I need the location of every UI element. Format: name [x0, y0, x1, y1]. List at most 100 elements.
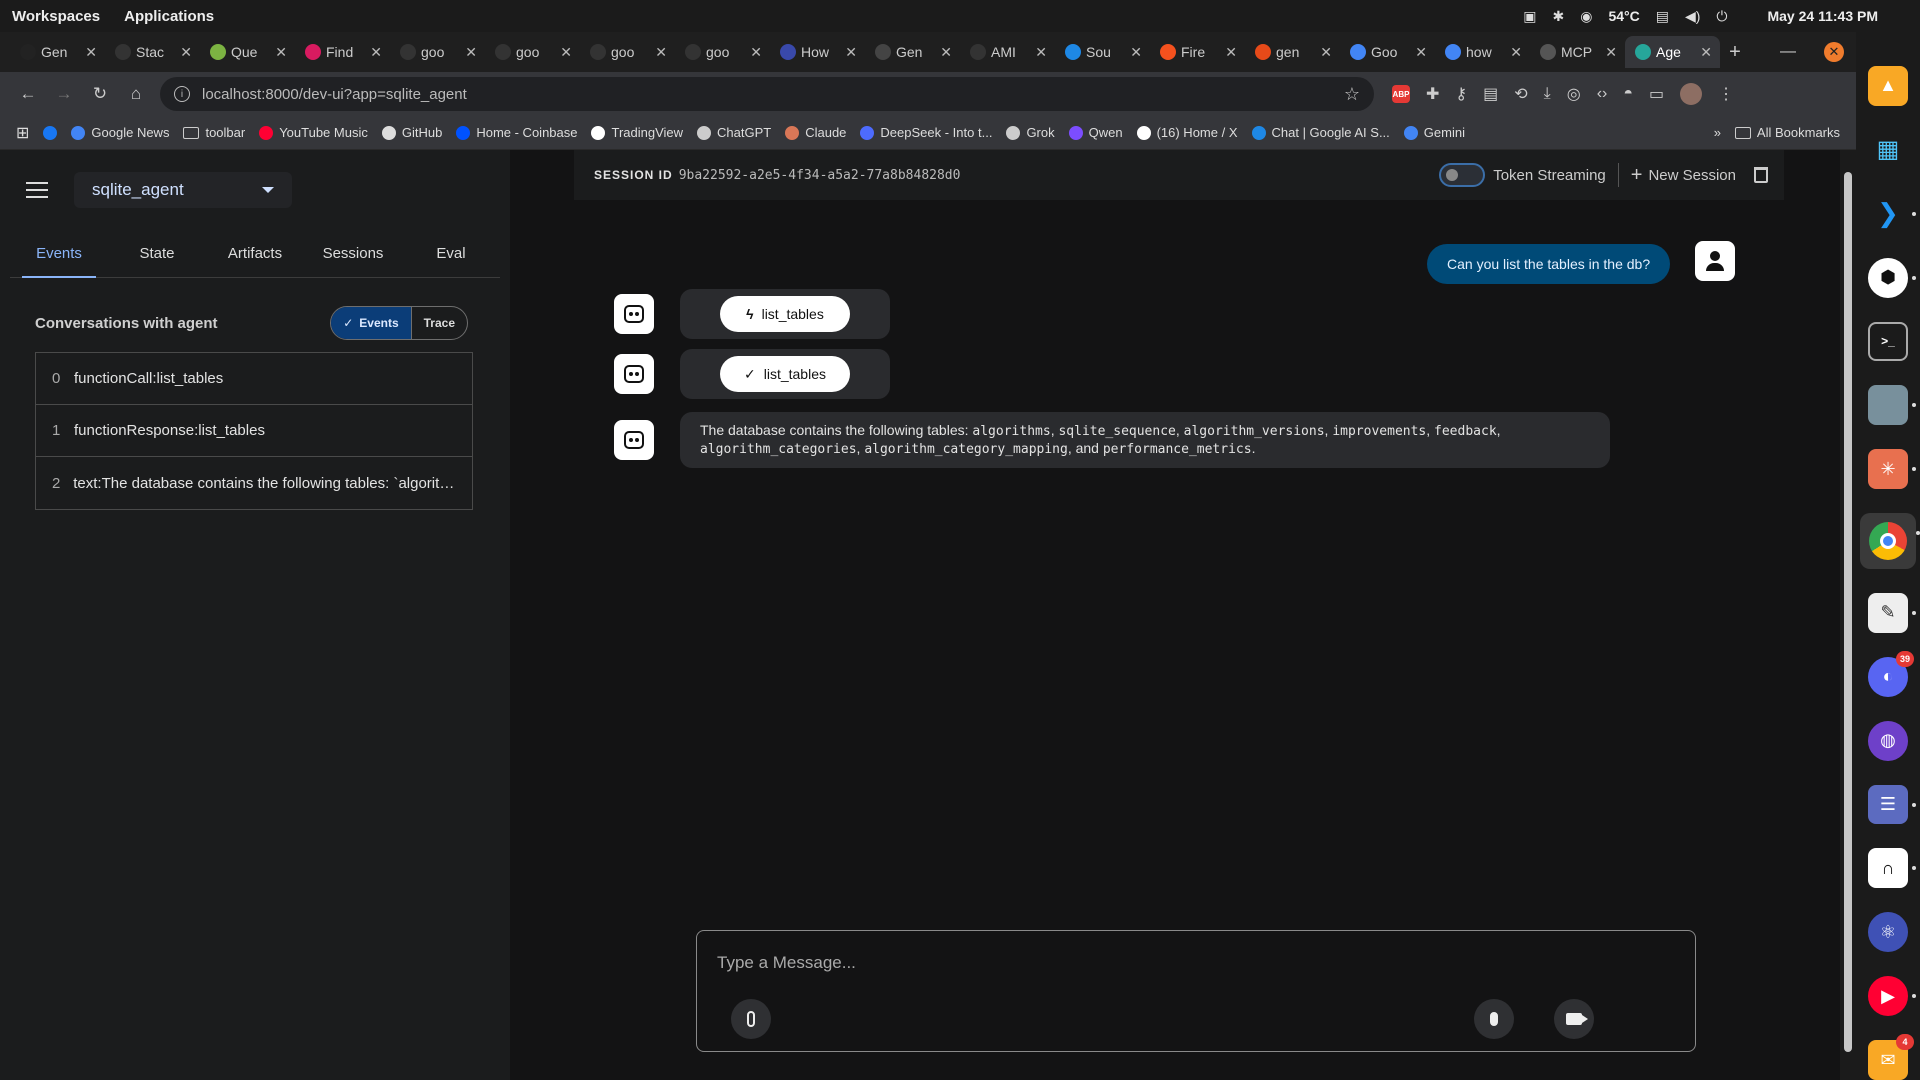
reading-list-icon[interactable]: ▤	[1483, 84, 1498, 104]
temperature-readout[interactable]: 54°C	[1608, 8, 1639, 24]
delete-session-icon[interactable]	[1754, 167, 1768, 183]
profile-avatar[interactable]	[1680, 83, 1703, 105]
browser-tab[interactable]: goo ✕	[580, 36, 675, 68]
tab-state[interactable]: State	[108, 230, 206, 277]
close-tab-icon[interactable]: ✕	[1320, 44, 1332, 61]
bookmark-item[interactable]: Claude	[785, 125, 846, 140]
back-icon[interactable]: ←	[10, 84, 46, 104]
close-tab-icon[interactable]: ✕	[1130, 44, 1142, 61]
close-tab-icon[interactable]: ✕	[85, 44, 97, 61]
list-item[interactable]: 2 text:The database contains the followin…	[36, 457, 472, 509]
bookmark-item[interactable]: GitHub	[381, 125, 442, 140]
screenshot-icon[interactable]: ◎	[1567, 84, 1581, 104]
workspaces-menu[interactable]: Workspaces	[12, 8, 100, 25]
n8n-icon[interactable]: ∩	[1868, 848, 1916, 889]
trace-toggle-button[interactable]: Trace	[412, 307, 467, 339]
close-tab-icon[interactable]: ✕	[750, 44, 762, 61]
list-item[interactable]: 0 functionCall:list_tables	[36, 353, 472, 405]
tab-artifacts[interactable]: Artifacts	[206, 230, 304, 277]
applications-menu[interactable]: Applications	[124, 8, 214, 25]
bookmark-item[interactable]: Grok	[1006, 125, 1055, 140]
claude-app-icon[interactable]: ✳	[1868, 449, 1916, 490]
github-desktop-icon[interactable]: ◍	[1868, 720, 1908, 761]
close-tab-icon[interactable]: ✕	[560, 44, 572, 61]
close-tab-icon[interactable]: ✕	[940, 44, 952, 61]
function-response-button[interactable]: ✓ list_tables	[720, 356, 850, 392]
bookmark-item[interactable]	[43, 125, 58, 140]
incognito-icon[interactable]: ◓	[1623, 85, 1633, 103]
browser-tab[interactable]: Sou ✕	[1055, 36, 1150, 68]
token-streaming-toggle[interactable]	[1439, 163, 1486, 187]
camera-button[interactable]	[1554, 999, 1594, 1039]
browser-tab[interactable]: AMI ✕	[960, 36, 1055, 68]
site-info-icon[interactable]: i	[174, 86, 190, 102]
new-session-button[interactable]: + New Session	[1631, 164, 1736, 187]
tab-events[interactable]: Events	[10, 230, 108, 278]
clock[interactable]: May 24 11:43 PM	[1767, 8, 1878, 24]
minimize-icon[interactable]: —	[1780, 43, 1796, 61]
history-icon[interactable]: ⟲	[1514, 84, 1527, 104]
app-grid-icon[interactable]: ▦	[1868, 130, 1908, 170]
browser-tab[interactable]: How ✕	[770, 36, 865, 68]
bookmark-item[interactable]: (16) Home / X	[1136, 125, 1238, 140]
extensions-icon[interactable]: ✚	[1426, 84, 1439, 104]
bookmark-item[interactable]: ChatGPT	[697, 125, 771, 140]
attach-button[interactable]	[731, 999, 771, 1039]
all-bookmarks-folder[interactable]: All Bookmarks	[1734, 125, 1840, 140]
app-selector[interactable]: sqlite_agent	[74, 172, 292, 208]
image-viewer-icon[interactable]: ▲	[1868, 66, 1908, 106]
bookmark-item[interactable]: Home - Coinbase	[456, 125, 577, 140]
power-icon[interactable]: ⏻	[1716, 8, 1727, 25]
apps-grid-icon[interactable]: ⊞	[16, 123, 29, 143]
close-tab-icon[interactable]: ✕	[845, 44, 857, 61]
browser-tab[interactable]: Gen ✕	[865, 36, 960, 68]
browser-tab[interactable]: goo ✕	[390, 36, 485, 68]
browser-tab[interactable]: goo ✕	[485, 36, 580, 68]
close-tab-icon[interactable]: ✕	[465, 44, 477, 61]
close-tab-icon[interactable]: ✕	[1605, 44, 1617, 61]
forward-icon[interactable]: →	[46, 84, 82, 104]
hamburger-menu-icon[interactable]	[26, 182, 48, 198]
browser-tab[interactable]: Que ✕	[200, 36, 295, 68]
monitor-icon[interactable]: ▣	[1523, 8, 1536, 25]
close-window-icon[interactable]: ✕	[1824, 42, 1844, 62]
atom-app-icon[interactable]: ⚛	[1868, 912, 1908, 953]
function-call-button[interactable]: ϟ list_tables	[720, 296, 850, 332]
new-tab-button[interactable]: +	[1720, 41, 1750, 64]
terminal-icon[interactable]: >_	[1868, 321, 1908, 362]
bookmark-star-icon[interactable]: ☆	[1344, 84, 1360, 105]
events-toggle-button[interactable]: ✓ Events	[331, 307, 412, 339]
close-tab-icon[interactable]: ✕	[1035, 44, 1047, 61]
devtools-icon[interactable]: ‹›	[1597, 85, 1608, 103]
bookmark-item[interactable]: Gemini	[1403, 125, 1465, 140]
text-editor-icon[interactable]: ✎	[1868, 592, 1916, 633]
notes-app-icon[interactable]: ☰	[1868, 784, 1916, 825]
adblock-icon[interactable]: ABP	[1392, 85, 1410, 103]
browser-tab[interactable]: Gen ✕	[10, 36, 105, 68]
close-tab-icon[interactable]: ✕	[1700, 44, 1712, 61]
more-bookmarks-icon[interactable]: »	[1714, 125, 1721, 140]
tab-sessions[interactable]: Sessions	[304, 230, 402, 277]
close-tab-icon[interactable]: ✕	[275, 44, 287, 61]
bookmark-item[interactable]: Google News	[71, 125, 169, 140]
browser-tab[interactable]: Stac ✕	[105, 36, 200, 68]
bookmark-item[interactable]: Qwen	[1068, 125, 1123, 140]
browser-menu-icon[interactable]: ⋮	[1718, 84, 1734, 104]
bookmark-item[interactable]: DeepSeek - Into t...	[860, 125, 992, 140]
home-icon[interactable]: ⌂	[118, 84, 154, 104]
reload-icon[interactable]: ↻	[82, 84, 118, 104]
close-tab-icon[interactable]: ✕	[1510, 44, 1522, 61]
microphone-button[interactable]	[1474, 999, 1514, 1039]
browser-tab[interactable]: Age ✕	[1625, 36, 1720, 68]
brightness-icon[interactable]: ✱	[1553, 8, 1565, 25]
url-text[interactable]: localhost:8000/dev-ui?app=sqlite_agent	[202, 86, 467, 103]
tab-search-icon[interactable]: ▭	[1649, 84, 1664, 104]
tab-eval[interactable]: Eval	[402, 230, 500, 277]
close-tab-icon[interactable]: ✕	[655, 44, 667, 61]
browser-tab[interactable]: gen ✕	[1245, 36, 1340, 68]
download-icon[interactable]: ⤓	[1544, 85, 1551, 103]
browser-tab[interactable]: how ✕	[1435, 36, 1530, 68]
discord-icon[interactable]: ◐ 39	[1868, 650, 1914, 697]
list-item[interactable]: 1 functionResponse:list_tables	[36, 405, 472, 457]
cube-app-icon[interactable]: ⬢	[1868, 257, 1916, 298]
